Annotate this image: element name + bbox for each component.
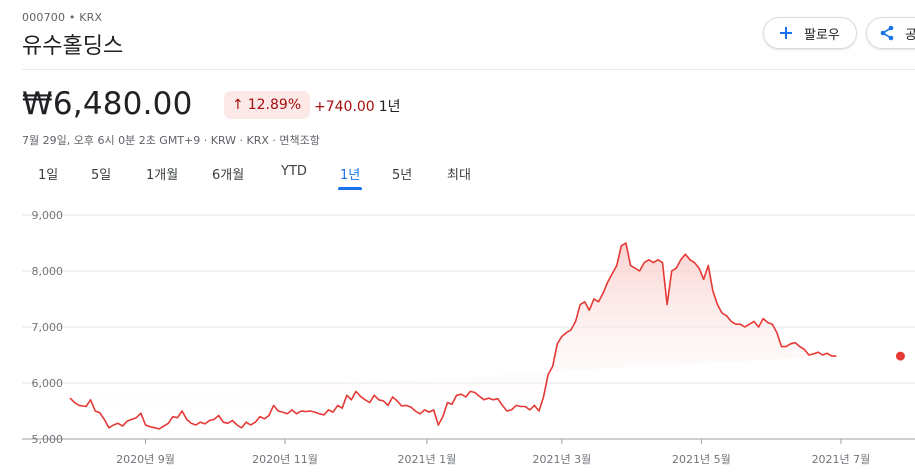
x-tick-label: 2021년 1월 — [398, 453, 457, 466]
percent-change: 12.89% — [247, 97, 302, 113]
tab-1m[interactable]: 1개월 — [146, 164, 178, 183]
y-tick-label: 9,000 — [32, 209, 64, 222]
tab-5y[interactable]: 5년 — [392, 164, 412, 183]
y-tick-label: 8,000 — [32, 265, 64, 278]
x-tick-label: 2020년 11월 — [252, 453, 318, 466]
change-period: 1년 — [378, 99, 401, 115]
x-axis: 2020년 9월 2020년 11월 2021년 1월 2021년 3월 2021년 5… — [116, 439, 870, 466]
quote-meta: 7월 29일, 오후 6시 0분 2초 GMT+9 · KRW · KRX · … — [22, 134, 320, 147]
y-tick-label: 6,000 — [32, 377, 64, 390]
follow-label: 팔로우 — [804, 27, 840, 43]
y-tick-label: 5,000 — [32, 433, 64, 446]
stock-name: 유수홀딩스 — [22, 34, 124, 59]
share-icon — [877, 23, 897, 43]
current-price: ₩6,480.00 — [22, 86, 193, 122]
percent-change-badge: ↑ 12.89% — [224, 91, 311, 119]
x-tick-label: 2021년 5월 — [672, 453, 731, 466]
x-tick-label: 2021년 7월 — [812, 453, 871, 466]
last-price-point — [895, 351, 905, 361]
tab-6m[interactable]: 6개월 — [212, 164, 244, 183]
plus-icon — [776, 23, 796, 43]
x-tick-label: 2021년 3월 — [532, 453, 591, 466]
tab-1d[interactable]: 1일 — [38, 164, 58, 183]
x-tick-label: 2020년 9월 — [116, 453, 175, 466]
y-tick-label: 7,000 — [32, 321, 64, 334]
change-value: +740.00 — [314, 99, 375, 115]
header-divider — [22, 69, 915, 70]
tab-max[interactable]: 최대 — [447, 164, 471, 183]
absolute-change: +740.00 1년 — [314, 96, 401, 116]
follow-button[interactable]: 팔로우 — [763, 17, 857, 49]
tab-ytd[interactable]: YTD — [281, 164, 307, 179]
tab-1y[interactable]: 1년 — [337, 164, 363, 190]
price-chart[interactable]: 9,0008,0007,0006,0005,000 2020년 9월 2020년 … — [0, 200, 915, 472]
arrow-up-icon: ↑ — [232, 97, 244, 113]
tab-5d[interactable]: 5일 — [91, 164, 111, 183]
share-button[interactable]: 공유 — [866, 17, 915, 49]
share-label: 공유 — [905, 27, 915, 43]
ticker-label: 000700 • KRX — [22, 11, 103, 24]
y-axis: 9,000 8,000 7,000 6,000 5,000 — [32, 209, 64, 446]
